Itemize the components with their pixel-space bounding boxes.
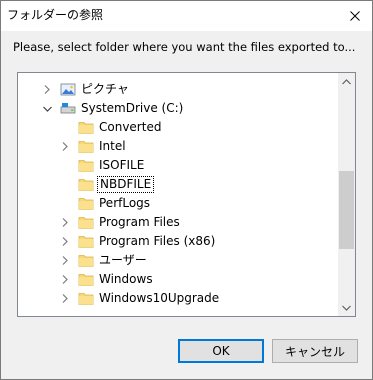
tree-item-label: SystemDrive (C:) [81,101,184,115]
tree-item-label: PerfLogs [99,196,151,210]
chevron-right-icon [44,85,50,94]
tree-item-label: Program Files (x86) [99,234,216,248]
tree-item[interactable]: SystemDrive (C:) [18,99,338,118]
scroll-up-button[interactable] [338,73,355,90]
chevron-up-icon [342,78,351,84]
tree-expander[interactable] [58,289,72,308]
folder-icon [78,158,94,173]
scroll-down-button[interactable] [338,299,355,316]
chevron-right-icon [62,142,68,151]
tree-item-label: ユーザー [99,253,147,267]
chevron-right-icon [62,275,68,284]
tree-item-label: ISOFILE [99,158,145,172]
folder-icon [78,272,94,287]
chevron-down-icon [42,106,52,112]
tree-item-label: ピクチャ [81,82,129,96]
chevron-right-icon [62,294,68,303]
chevron-right-icon [62,256,68,265]
folder-icon [78,120,94,135]
tree-item-label: NBDFILE [97,176,155,193]
folder-browse-dialog: フォルダーの参照 Please, select folder where you… [0,0,373,380]
tree-item[interactable]: Program Files (x86) [18,232,338,251]
tree-item[interactable]: ISOFILE [18,156,338,175]
folder-icon [78,177,94,192]
tree-item[interactable]: ピクチャ [18,80,338,99]
tree-item[interactable]: Intel [18,137,338,156]
tree-item-label: Converted [99,120,162,134]
folder-icon [78,253,94,268]
close-icon [350,11,360,21]
folder-icon [78,196,94,211]
tree-item-label: Intel [99,139,126,153]
tree-expander[interactable] [58,232,72,251]
cancel-button[interactable]: キャンセル [272,339,358,363]
tree-expander[interactable] [40,80,54,99]
close-button[interactable] [338,1,372,31]
scrollbar-thumb[interactable] [339,171,354,250]
instruction-text: Please, select folder where you want the… [13,40,356,54]
vertical-scrollbar[interactable] [338,73,355,316]
ok-button[interactable]: OK [178,339,264,363]
tree-item-label: Program Files [99,215,180,229]
tree-item[interactable]: Converted [18,118,338,137]
folder-icon [78,234,94,249]
tree-item[interactable]: Windows [18,270,338,289]
tree-item-label: Windows [99,272,153,286]
tree-expander[interactable] [40,99,54,118]
tree-expander[interactable] [58,213,72,232]
tree-item[interactable]: Program Files [18,213,338,232]
folder-tree-viewport: ピクチャ SystemDrive (C:) Converted Intel ISOFIL… [18,73,338,316]
tree-item[interactable]: NBDFILE [18,175,338,194]
tree-item[interactable]: Windows10Upgrade [18,289,338,308]
tree-item-label: Windows10Upgrade [99,291,220,305]
folder-icon [78,215,94,230]
tree-expander[interactable] [58,270,72,289]
title-bar: フォルダーの参照 [1,1,372,31]
tree-item[interactable]: PerfLogs [18,194,338,213]
tree-expander[interactable] [58,251,72,270]
chevron-right-icon [62,237,68,246]
folder-tree[interactable]: ピクチャ SystemDrive (C:) Converted Intel ISOFIL… [17,72,356,317]
folder-icon [78,139,94,154]
tree-item[interactable]: ユーザー [18,251,338,270]
chevron-right-icon [62,218,68,227]
tree-item-partial[interactable] [18,308,338,316]
pictures-icon [60,82,76,97]
dialog-title: フォルダーの参照 [7,8,104,22]
drive-icon [60,101,76,116]
folder-icon [78,291,94,306]
tree-expander[interactable] [58,137,72,156]
chevron-down-icon [342,305,351,311]
